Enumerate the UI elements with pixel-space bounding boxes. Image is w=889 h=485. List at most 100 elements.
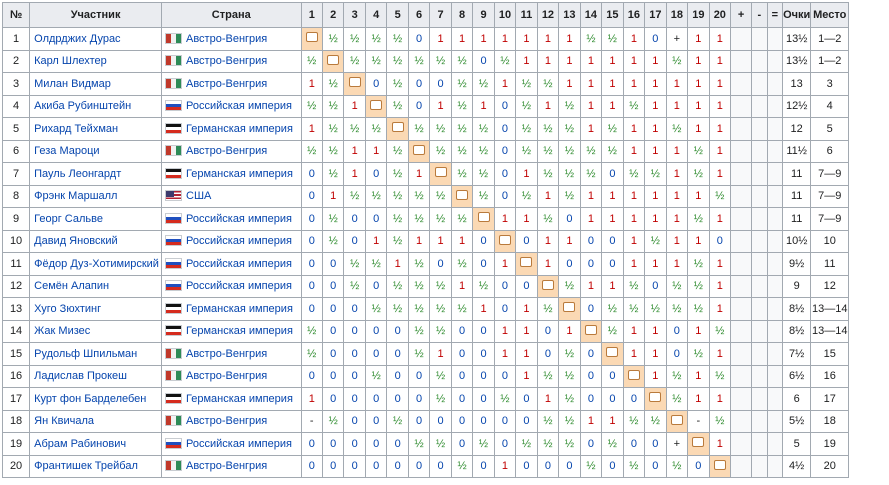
table-row: 17 Курт фон Барделебен Германская империя 1… (1, 387, 889, 411)
result-cell: ½ (429, 319, 452, 343)
header-round-6[interactable]: 6 (407, 2, 431, 28)
player-link[interactable]: Рудольф Шпильман (29, 342, 162, 366)
header-round-19[interactable]: 19 (687, 2, 710, 28)
header-player[interactable]: Участник (29, 2, 162, 28)
result-cell: 0 (558, 207, 581, 231)
header-round-7[interactable]: 7 (429, 2, 452, 28)
header-equal[interactable]: = (766, 2, 784, 28)
result-cell: ½ (687, 342, 710, 366)
empty-eq-cell (766, 387, 784, 411)
player-link[interactable]: Жак Мизес (29, 319, 162, 343)
player-link[interactable]: Хуго Зюхтинг (29, 297, 162, 321)
country-link[interactable]: Германская империя (186, 303, 293, 315)
country-link[interactable]: Австро-Венгрия (186, 460, 267, 472)
player-link[interactable]: Пауль Леонгардт (29, 162, 162, 186)
country-cell: Германская империя (161, 162, 302, 186)
header-round-3[interactable]: 3 (343, 2, 366, 28)
result-cell: ½ (665, 274, 689, 298)
crown-icon (692, 437, 705, 448)
result-cell: ½ (708, 319, 732, 343)
flag-icon (165, 460, 182, 472)
country-link[interactable]: Российская империя (186, 280, 292, 292)
player-link[interactable]: Рихард Тейхман (29, 117, 162, 141)
player-link[interactable]: Давид Яновский (29, 229, 162, 253)
result-cell: ½ (407, 252, 431, 276)
header-round-8[interactable]: 8 (450, 2, 474, 28)
player-link[interactable]: Геза Мароци (29, 139, 162, 163)
header-round-10[interactable]: 10 (493, 2, 517, 28)
table-row: 16 Ладислав Прокеш Австро-Венгрия 0 0 0 ½ 0 0 ½ 0 0… (1, 364, 889, 388)
result-cell: ½ (300, 49, 324, 73)
empty-minus-cell (751, 342, 768, 366)
country-link[interactable]: Австро-Венгрия (186, 145, 267, 157)
result-cell: 0 (407, 364, 431, 388)
header-round-5[interactable]: 5 (386, 2, 409, 28)
header-round-14[interactable]: 14 (579, 2, 603, 28)
player-link[interactable]: Олдрджих Дурас (29, 27, 162, 51)
country-link[interactable]: Австро-Венгрия (186, 415, 267, 427)
header-minus[interactable]: - (751, 2, 768, 28)
player-link[interactable]: Фёдор Дуз-Хотимирский (29, 252, 162, 276)
country-link[interactable]: Австро-Венгрия (186, 33, 267, 45)
country-link[interactable]: Австро-Венгрия (186, 370, 267, 382)
country-link[interactable]: Австро-Венгрия (186, 348, 267, 360)
country-link[interactable]: Российская империя (186, 213, 292, 225)
result-cell: 1 (558, 319, 581, 343)
empty-minus-cell (751, 319, 768, 343)
header-round-20[interactable]: 20 (708, 2, 732, 28)
result-cell: 0 (343, 432, 366, 456)
header-round-15[interactable]: 15 (601, 2, 624, 28)
country-link[interactable]: Австро-Венгрия (186, 78, 267, 90)
player-link[interactable]: Фрэнк Маршалл (29, 184, 162, 208)
result-cell: 0 (321, 274, 345, 298)
country-link[interactable]: Австро-Венгрия (186, 55, 267, 67)
result-cell: 0 (364, 319, 388, 343)
country-link[interactable]: Российская империя (186, 235, 292, 247)
result-cell: ½ (300, 139, 324, 163)
place-cell: 20 (810, 454, 850, 478)
player-link[interactable]: Ян Квичала (29, 409, 162, 433)
header-round-16[interactable]: 16 (622, 2, 646, 28)
player-link[interactable]: Акиба Рубинштейн (29, 94, 162, 118)
points-cell: 6 (782, 387, 812, 411)
header-points[interactable]: Очки (782, 2, 812, 28)
player-link[interactable]: Ладислав Прокеш (29, 364, 162, 388)
result-cell: 0 (472, 342, 495, 366)
header-round-11[interactable]: 11 (515, 2, 538, 28)
country-link[interactable]: США (186, 190, 211, 202)
header-plus[interactable]: + (730, 2, 753, 28)
header-round-17[interactable]: 17 (644, 2, 667, 28)
player-link[interactable]: Карл Шлехтер (29, 49, 162, 73)
result-cell: 0 (450, 364, 474, 388)
header-round-13[interactable]: 13 (558, 2, 581, 28)
result-cell: 1 (579, 72, 603, 96)
header-round-2[interactable]: 2 (321, 2, 345, 28)
result-cell: ½ (536, 297, 560, 321)
result-cell: 0 (343, 387, 366, 411)
country-link[interactable]: Германская империя (186, 168, 293, 180)
player-link[interactable]: Семён Алапин (29, 274, 162, 298)
result-cell: 0 (386, 387, 409, 411)
country-link[interactable]: Российская империя (186, 100, 292, 112)
country-link[interactable]: Германская империя (186, 393, 293, 405)
header-country[interactable]: Страна (161, 2, 302, 28)
player-link[interactable]: Абрам Рабинович (29, 432, 162, 456)
header-round-1[interactable]: 1 (300, 2, 324, 28)
header-round-12[interactable]: 12 (536, 2, 560, 28)
result-cell: ½ (536, 364, 560, 388)
header-round-4[interactable]: 4 (364, 2, 388, 28)
header-round-18[interactable]: 18 (665, 2, 689, 28)
player-link[interactable]: Милан Видмар (29, 72, 162, 96)
country-link[interactable]: Российская империя (186, 258, 292, 270)
player-link[interactable]: Георг Сальве (29, 207, 162, 231)
header-place[interactable]: Место (810, 2, 850, 28)
result-cell: 1 (687, 364, 710, 388)
country-link[interactable]: Российская империя (186, 438, 292, 450)
country-link[interactable]: Германская империя (186, 123, 293, 135)
header-number[interactable]: № (1, 2, 31, 28)
header-round-9[interactable]: 9 (472, 2, 495, 28)
country-link[interactable]: Германская империя (186, 325, 293, 337)
crown-icon (498, 234, 511, 245)
player-link[interactable]: Франтишек Трейбал (29, 454, 162, 478)
player-link[interactable]: Курт фон Барделебен (29, 387, 162, 411)
